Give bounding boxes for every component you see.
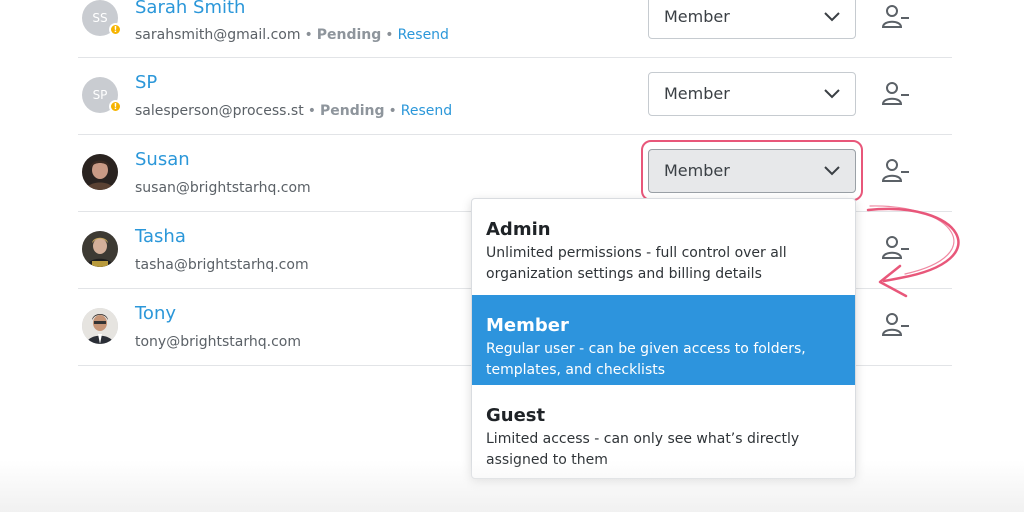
bottom-fade <box>0 460 1024 512</box>
curved-arrow-icon <box>866 205 960 298</box>
